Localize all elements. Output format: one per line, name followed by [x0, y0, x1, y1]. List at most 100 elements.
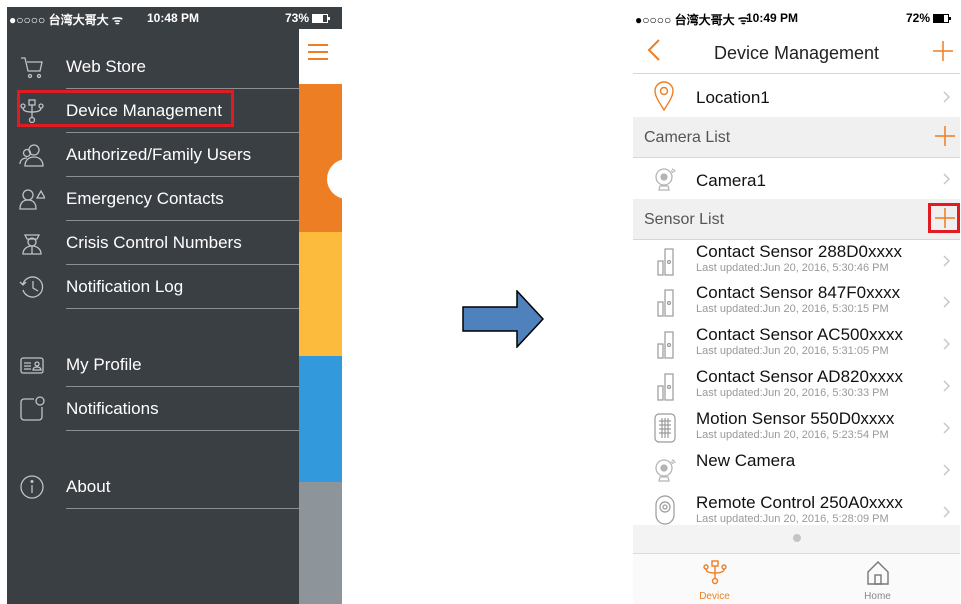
menu-item-notifications[interactable]: Notifications	[7, 387, 299, 431]
camera-list-header: Camera List	[633, 117, 960, 157]
navigation-bar: Device Management	[633, 29, 960, 73]
sensor-name: Contact Sensor 847F0xxxx	[696, 283, 901, 302]
camera-icon	[655, 168, 676, 191]
battery-indicator: 73%	[285, 11, 331, 25]
chevron-right-icon	[943, 173, 950, 185]
contact-sensor-icon	[657, 331, 674, 359]
chevron-right-icon	[943, 506, 950, 518]
menu-item-my-profile[interactable]: My Profile	[7, 343, 299, 387]
camera-icon	[655, 459, 676, 482]
sensor-row[interactable]: Motion Sensor 550D0xxxx Last updated:Jun…	[633, 407, 960, 449]
motion-sensor-icon	[654, 413, 676, 443]
menu-item-about[interactable]: About	[7, 465, 299, 509]
menu-item-label: Authorized/Family Users	[66, 145, 252, 164]
sensor-row[interactable]: Contact Sensor AC500xxxx Last updated:Ju…	[633, 323, 960, 365]
menu-divider	[66, 308, 299, 309]
sensor-name: Contact Sensor AD820xxxx	[696, 367, 903, 386]
battery-percent: 72%	[906, 11, 931, 25]
clock: 10:48 PM	[147, 11, 200, 25]
tab-bar: Device Home	[633, 553, 960, 604]
device-tree-icon	[703, 560, 727, 585]
sensor-name: Contact Sensor AC500xxxx	[696, 325, 903, 344]
menu-item-authorized-family-users[interactable]: Authorized/Family Users	[7, 133, 299, 177]
hamburger-menu-icon[interactable]	[308, 44, 328, 60]
add-camera-button[interactable]	[935, 126, 955, 146]
left-screen-drawer-menu: ●○○○○ 台湾大哥大 ᯤ 10:48 PM 73% Web Store Dev…	[7, 7, 342, 604]
right-screen-device-management: ●○○○○ 台湾大哥大 ᯤ 10:49 PM 72% Device Manage…	[633, 7, 960, 604]
sensor-list-header: Sensor List	[633, 199, 960, 239]
history-clock-icon	[19, 276, 44, 298]
location-pin-icon	[654, 81, 674, 111]
battery-indicator: 72%	[906, 11, 952, 25]
battery-percent: 73%	[285, 11, 310, 25]
menu-item-label: Crisis Control Numbers	[66, 233, 242, 252]
home-icon	[867, 561, 889, 585]
chevron-right-icon	[943, 422, 950, 434]
info-icon	[20, 475, 44, 499]
add-location-button[interactable]	[932, 40, 954, 62]
contact-sensor-icon	[657, 248, 674, 276]
main-content-peek[interactable]	[299, 29, 342, 604]
peek-yellow-panel	[299, 232, 342, 356]
carrier-label: ●○○○○ 台湾大哥大 ᯤ	[635, 13, 749, 27]
emergency-contact-icon	[19, 189, 45, 210]
menu-item-label: Web Store	[66, 57, 147, 76]
contact-sensor-icon	[657, 373, 674, 401]
menu-item-crisis-control-numbers[interactable]: Crisis Control Numbers	[7, 221, 299, 265]
menu-item-label: Notification Log	[66, 277, 184, 296]
menu-item-web-store[interactable]: Web Store	[7, 45, 299, 89]
clock: 10:49 PM	[746, 11, 799, 25]
menu-item-label: Notifications	[66, 399, 159, 418]
page-dot	[793, 534, 801, 542]
peek-blue-panel	[299, 356, 342, 482]
id-card-icon	[20, 357, 44, 374]
tab-label: Home	[864, 591, 891, 602]
location-row[interactable]: Location1	[633, 73, 960, 118]
tab-home[interactable]: Home	[796, 554, 959, 604]
page-title: Device Management	[713, 43, 880, 63]
camera-row[interactable]: Camera1	[633, 157, 960, 200]
tab-device[interactable]: Device	[633, 554, 796, 604]
sensor-name: Remote Control 250A0xxxx	[696, 493, 903, 512]
sensor-last-updated: Last updated:Jun 20, 2016, 5:23:54 PM	[696, 429, 889, 441]
sensor-list-label: Sensor List	[644, 211, 725, 228]
menu-item-emergency-contacts[interactable]: Emergency Contacts	[7, 177, 299, 221]
chevron-right-icon	[943, 380, 950, 392]
sensor-last-updated: Last updated:Jun 20, 2016, 5:30:46 PM	[696, 262, 889, 274]
location-name: Location1	[696, 88, 770, 107]
remote-control-icon	[655, 495, 675, 525]
sensor-name: Contact Sensor 288D0xxxx	[696, 242, 902, 261]
sensor-row[interactable]: Contact Sensor AD820xxxx Last updated:Ju…	[633, 365, 960, 407]
chevron-right-icon	[943, 91, 950, 103]
battery-icon	[933, 14, 952, 24]
camera-name: Camera1	[696, 171, 766, 190]
sensor-row[interactable]: Contact Sensor 288D0xxxx Last updated:Ju…	[633, 239, 960, 282]
sensor-name: New Camera	[696, 451, 796, 470]
sensor-last-updated: Last updated:Jun 20, 2016, 5:30:15 PM	[696, 303, 889, 315]
sensor-last-updated: Last updated:Jun 20, 2016, 5:30:33 PM	[696, 387, 889, 399]
transition-arrow-icon	[462, 290, 544, 348]
peek-grey-panel	[299, 482, 342, 604]
camera-list-label: Camera List	[644, 129, 731, 146]
peek-orange-panel	[299, 84, 342, 232]
highlight-box-add-sensor	[928, 203, 960, 233]
menu-item-notification-log[interactable]: Notification Log	[7, 265, 299, 309]
sensor-row[interactable]: Remote Control 250A0xxxx Last updated:Ju…	[633, 491, 960, 525]
page-indicator	[633, 525, 960, 553]
notification-badge-icon	[20, 396, 45, 421]
status-bar: ●○○○○ 台湾大哥大 ᯤ 10:48 PM 73%	[7, 7, 342, 29]
sensor-row[interactable]: New Camera	[633, 449, 960, 491]
menu-divider	[66, 508, 299, 509]
chevron-right-icon	[943, 255, 950, 267]
sensor-row[interactable]: Contact Sensor 847F0xxxx Last updated:Ju…	[633, 281, 960, 323]
sensor-last-updated: Last updated:Jun 20, 2016, 5:28:09 PM	[696, 513, 889, 525]
cart-icon	[21, 57, 43, 79]
battery-icon	[312, 14, 331, 24]
menu-item-label: My Profile	[66, 355, 142, 374]
chevron-right-icon	[943, 464, 950, 476]
chevron-right-icon	[943, 338, 950, 350]
menu-item-label: About	[66, 477, 111, 496]
menu-divider	[66, 430, 299, 431]
sensor-last-updated: Last updated:Jun 20, 2016, 5:31:05 PM	[696, 345, 889, 357]
tab-label: Device	[699, 591, 730, 602]
